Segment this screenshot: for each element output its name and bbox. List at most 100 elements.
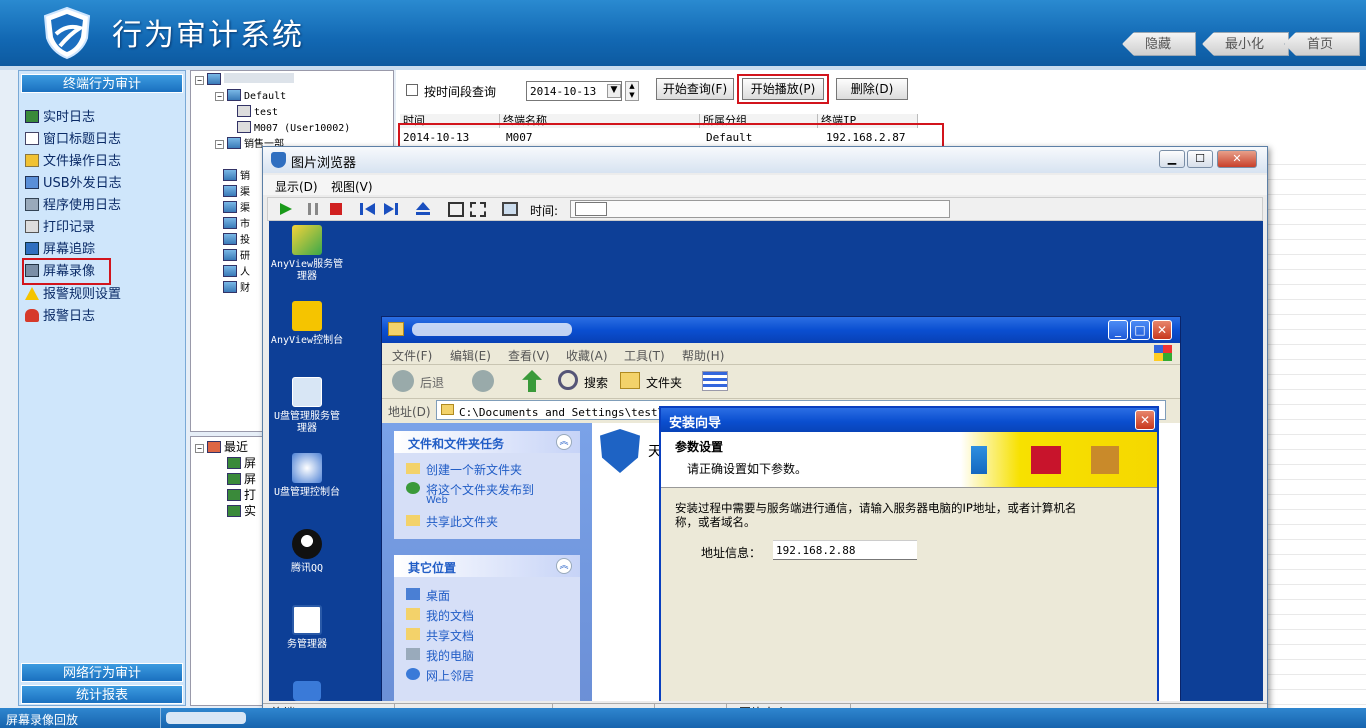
next-icon[interactable] xyxy=(384,203,398,215)
tree-group[interactable]: 投 xyxy=(223,233,250,249)
slider-thumb[interactable] xyxy=(575,202,607,216)
xp-maximize-icon[interactable]: □ xyxy=(1130,320,1150,340)
nav-section-terminal-audit[interactable]: 终端行为审计 xyxy=(21,74,183,93)
viewer-app-icon xyxy=(271,152,286,168)
xp-minimize-icon[interactable]: _ xyxy=(1108,320,1128,340)
task-link[interactable]: 共享此文件夹 xyxy=(406,513,498,530)
place-link[interactable]: 桌面 xyxy=(406,587,450,604)
nav-item-program-log[interactable]: 程序使用日志 xyxy=(25,196,121,216)
file-tasks-header[interactable]: 文件和文件夹任务 ︽ xyxy=(394,431,580,453)
pause-icon[interactable] xyxy=(308,203,318,215)
tree-terminal-test[interactable]: test xyxy=(237,105,278,121)
tree-group[interactable]: 财 xyxy=(223,281,250,297)
tree-recent-item[interactable]: 屏 xyxy=(227,471,256,487)
time-slider[interactable] xyxy=(570,200,950,218)
collapse-icon[interactable]: ︽ xyxy=(556,434,572,450)
tree-recent-item[interactable]: 实 xyxy=(227,503,256,519)
up-folder-icon[interactable] xyxy=(522,370,542,392)
time-query-checkbox[interactable] xyxy=(406,84,418,96)
delete-button[interactable]: 删除(D) xyxy=(836,78,908,100)
prev-icon[interactable] xyxy=(360,203,375,215)
menu-item[interactable]: 文件(F) xyxy=(392,347,432,364)
nav-item-print-log[interactable]: 打印记录 xyxy=(25,218,95,238)
views-icon[interactable] xyxy=(702,371,728,391)
menu-item[interactable]: 查看(V) xyxy=(508,347,550,364)
place-link[interactable]: 网上邻居 xyxy=(406,667,474,684)
actual-size-icon[interactable] xyxy=(470,202,486,217)
fullscreen-icon[interactable] xyxy=(502,202,518,216)
start-query-button[interactable]: 开始查询(F) xyxy=(656,78,734,100)
eject-icon[interactable] xyxy=(416,202,430,216)
group-icon xyxy=(227,137,241,149)
date-spinner[interactable]: ▲ ▼ xyxy=(625,81,639,101)
folders-label[interactable]: 文件夹 xyxy=(646,374,682,391)
wizard-titlebar[interactable]: 安装向导 ✕ xyxy=(661,408,1157,432)
tree-group[interactable]: 人 xyxy=(223,265,250,281)
place-link[interactable]: 共享文档 xyxy=(406,627,474,644)
back-icon[interactable] xyxy=(392,370,414,392)
nav-item-alert-log[interactable]: 报警日志 xyxy=(25,307,95,327)
menu-item[interactable]: 工具(T) xyxy=(624,347,665,364)
minimize-window-icon[interactable]: ▁ xyxy=(1159,150,1185,168)
tree-group[interactable]: 渠 xyxy=(223,185,250,201)
minimize-button[interactable]: 最小化 xyxy=(1202,32,1290,56)
tree-root[interactable]: − xyxy=(195,73,294,89)
forward-icon[interactable] xyxy=(472,370,494,392)
nav-item-screen-track[interactable]: 屏幕追踪 xyxy=(25,240,95,260)
tree-group[interactable]: 市 xyxy=(223,217,250,233)
nav-section-reports[interactable]: 统计报表 xyxy=(21,685,183,704)
explorer-titlebar[interactable]: _ □ ✕ xyxy=(382,317,1180,343)
tree-group[interactable]: 渠 xyxy=(223,201,250,217)
menu-view[interactable]: 视图(V) xyxy=(331,178,373,195)
explorer-toolbar: 后退 搜索 文件夹 xyxy=(382,365,1180,399)
app-shortcut-icon[interactable] xyxy=(600,429,640,473)
search-label[interactable]: 搜索 xyxy=(584,374,608,391)
home-button[interactable]: 首页 xyxy=(1284,32,1360,56)
folders-icon[interactable] xyxy=(620,372,640,389)
other-places-header[interactable]: 其它位置 ︽ xyxy=(394,555,580,577)
xp-close-icon[interactable]: ✕ xyxy=(1152,320,1172,340)
nav-item-usb-log[interactable]: USB外发日志 xyxy=(25,174,122,194)
place-link[interactable]: 我的电脑 xyxy=(406,647,474,664)
tree-recent[interactable]: − 最近 xyxy=(195,439,248,455)
close-window-icon[interactable]: ✕ xyxy=(1217,150,1257,168)
tree-recent-item[interactable]: 屏 xyxy=(227,455,256,471)
wizard-title: 安装向导 xyxy=(669,416,722,431)
wizard-close-icon[interactable]: ✕ xyxy=(1135,410,1155,430)
nav-item-window-title-log[interactable]: 窗口标题日志 xyxy=(25,130,121,150)
tree-group[interactable]: 销 xyxy=(223,169,250,185)
play-icon[interactable] xyxy=(280,203,292,215)
desktop-icon: AnyView控制台 xyxy=(269,301,345,347)
viewer-titlebar[interactable]: 图片浏览器 ▁ ☐ ✕ xyxy=(263,147,1267,173)
task-link-web[interactable]: Web xyxy=(426,495,448,506)
collapse-icon[interactable]: ︽ xyxy=(556,558,572,574)
tree-group[interactable]: 研 xyxy=(223,249,250,265)
nav-item-realtime-log[interactable]: 实时日志 xyxy=(25,108,95,128)
search-icon[interactable] xyxy=(558,370,578,390)
task-link[interactable]: 创建一个新文件夹 xyxy=(406,461,522,478)
hide-button[interactable]: 隐藏 xyxy=(1122,32,1197,56)
menu-item[interactable]: 编辑(E) xyxy=(450,347,491,364)
wizard-banner xyxy=(961,432,1157,487)
place-link[interactable]: 我的文档 xyxy=(406,607,474,624)
server-address-input[interactable]: 192.168.2.88 xyxy=(773,540,917,560)
tree-terminal-m007[interactable]: M007 (User10002) xyxy=(237,121,350,137)
share-folder-icon xyxy=(406,515,420,526)
tree-recent-item[interactable]: 打 xyxy=(227,487,256,503)
menu-display[interactable]: 显示(D) xyxy=(275,178,318,195)
nav-item-alert-rule[interactable]: 报警规则设置 xyxy=(25,285,121,305)
nav-section-network-audit[interactable]: 网络行为审计 xyxy=(21,663,183,682)
terminal-icon xyxy=(237,121,251,133)
group-icon xyxy=(223,201,237,213)
fit-screen-icon[interactable] xyxy=(448,202,464,217)
date-picker[interactable]: 2014-10-13 ▼ xyxy=(526,81,622,101)
tree-group-default[interactable]: − Default xyxy=(215,89,286,105)
stop-icon[interactable] xyxy=(330,203,342,215)
menu-item[interactable]: 帮助(H) xyxy=(682,347,724,364)
maximize-window-icon[interactable]: ☐ xyxy=(1187,150,1213,168)
chevron-down-icon[interactable]: ▼ xyxy=(607,84,621,98)
back-label[interactable]: 后退 xyxy=(420,374,444,391)
nav-item-file-op-log[interactable]: 文件操作日志 xyxy=(25,152,121,172)
menu-item[interactable]: 收藏(A) xyxy=(566,347,608,364)
udisk-service-icon xyxy=(292,377,322,407)
